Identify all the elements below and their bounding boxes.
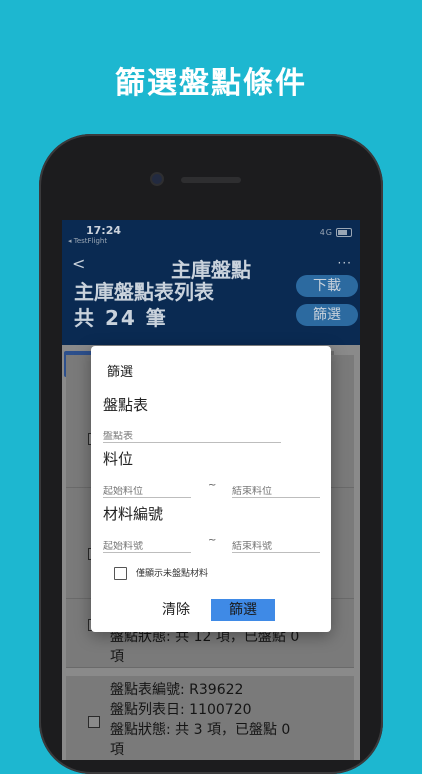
signal-text: 4G [319, 228, 333, 237]
front-camera [152, 174, 162, 184]
material-start-input[interactable] [103, 541, 191, 552]
material-label: 材料編號 [103, 505, 164, 523]
unchecked-only-checkbox[interactable] [114, 567, 127, 580]
download-button[interactable]: 下載 [296, 275, 358, 297]
item-text: 盤點表編號: R39622 盤點列表日: 1100720 盤點狀態: 共 3 項… [110, 682, 291, 758]
material-end-input[interactable] [232, 541, 320, 552]
earpiece-speaker [181, 177, 241, 183]
sheet-field[interactable] [103, 424, 281, 443]
material-end-field[interactable] [232, 534, 320, 553]
range-separator: ~ [208, 480, 217, 491]
status-time: 17:24 [86, 224, 122, 237]
sheet-input[interactable] [103, 431, 281, 442]
location-start-input[interactable] [103, 486, 191, 497]
headline: 篩選盤點條件 [115, 66, 307, 101]
location-end-input[interactable] [232, 486, 320, 497]
status-testflight: ◂ TestFlight [68, 237, 108, 245]
unchecked-only-label: 僅顯示未盤點材料 [136, 569, 209, 579]
list-title: 主庫盤點表列表 [74, 280, 214, 304]
range-separator: ~ [208, 535, 217, 546]
apply-filter-button[interactable]: 篩選 [211, 599, 275, 621]
clear-button[interactable]: 清除 [162, 599, 190, 619]
item-checkbox[interactable] [88, 716, 100, 728]
list-item[interactable]: 盤點表編號: R39622 盤點列表日: 1100720 盤點狀態: 共 3 項… [66, 676, 354, 760]
location-end-field[interactable] [232, 479, 320, 498]
material-start-field[interactable] [103, 534, 191, 553]
filter-button[interactable]: 篩選 [296, 304, 358, 326]
item-text: 盤點狀態: 共 12 項，已盤點 0 項 [110, 629, 300, 665]
dialog-title: 篩選 [107, 365, 134, 380]
record-count: 共 24 筆 [74, 306, 168, 330]
sheet-label: 盤點表 [103, 396, 149, 414]
app-bar: 17:24 ◂ TestFlight 4G < ··· 主庫盤點 主庫盤點表列表… [62, 220, 360, 345]
location-start-field[interactable] [103, 479, 191, 498]
battery-icon [336, 228, 352, 237]
filter-dialog: 篩選 盤點表 料位 ~ 材料編號 ~ 僅顯示未盤點材料 清除 篩選 [91, 346, 331, 632]
location-label: 料位 [103, 450, 134, 468]
status-indicators: 4G [320, 228, 352, 237]
